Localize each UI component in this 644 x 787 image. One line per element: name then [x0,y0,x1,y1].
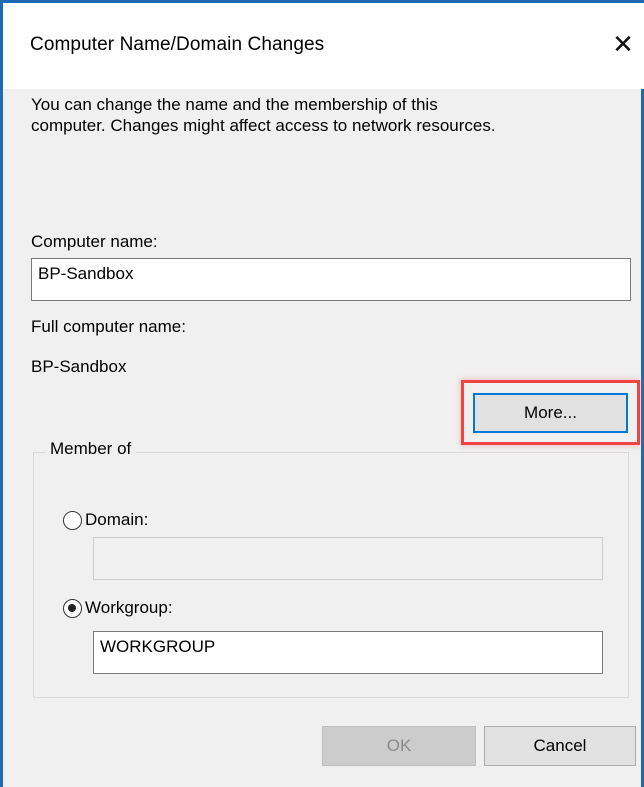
close-icon[interactable]: ✕ [608,29,638,59]
domain-input [93,537,603,580]
description-line-2: computer. Changes might affect access to… [31,116,496,135]
full-computer-name-label: Full computer name: [31,317,186,336]
domain-radio-row[interactable]: Domain: [63,510,148,530]
full-computer-name-value: BP-Sandbox [31,357,127,376]
title-bar: Computer Name/Domain Changes ✕ [3,3,644,89]
computer-name-label: Computer name: [31,232,158,251]
cancel-button[interactable]: Cancel [484,726,636,766]
workgroup-radio[interactable] [63,598,82,618]
computer-name-input[interactable]: BP-Sandbox [31,258,631,301]
domain-label: Domain: [85,510,149,529]
workgroup-radio-row[interactable]: Workgroup: [63,598,173,618]
dialog-title: Computer Name/Domain Changes [30,34,325,55]
workgroup-label: Workgroup: [85,598,173,617]
description-line-1: You can change the name and the membersh… [31,95,438,114]
more-button[interactable]: More... [473,393,628,433]
domain-radio[interactable] [63,510,82,530]
ok-button: OK [322,726,476,766]
workgroup-input[interactable]: WORKGROUP [93,631,603,674]
member-of-legend: Member of [45,439,137,459]
description-text: You can change the name and the membersh… [31,94,496,136]
